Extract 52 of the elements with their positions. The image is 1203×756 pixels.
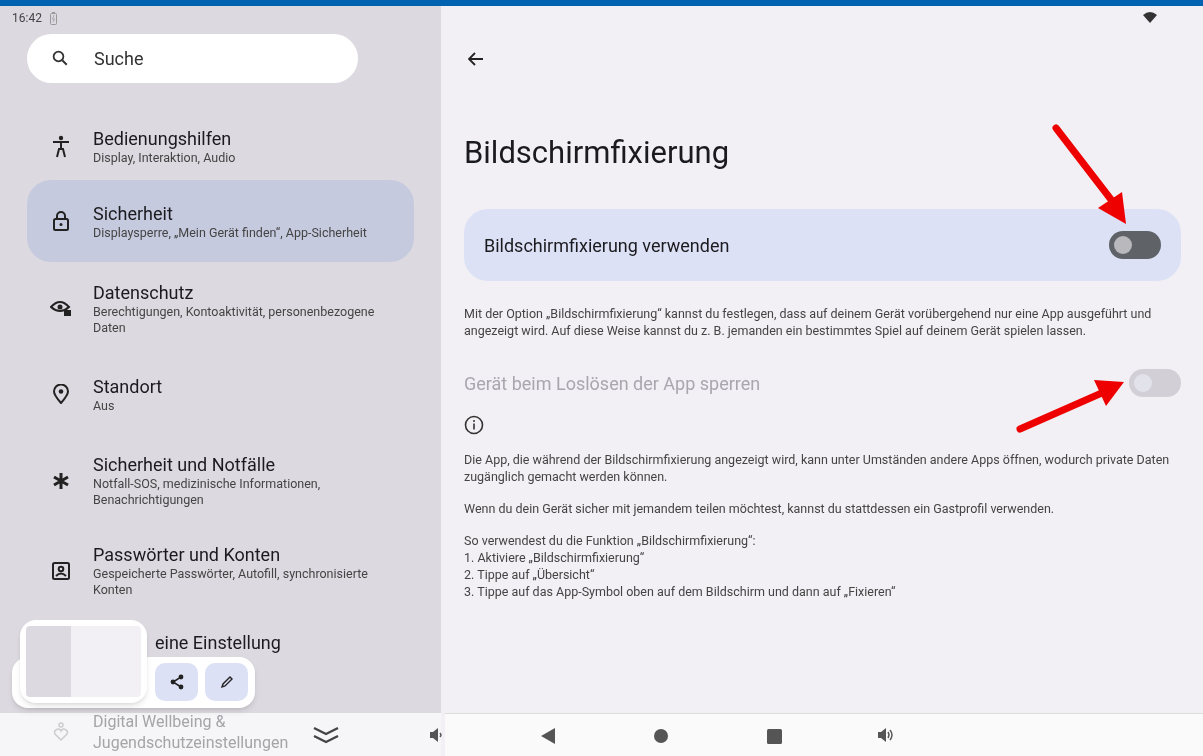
item-subtitle: Gespeicherte Passwörter, Autofill, synchronisierte Konten [93, 566, 369, 598]
volume-up-icon[interactable] [877, 727, 895, 743]
sidebar-item[interactable]: Passwörter und Konten Gespeicherte Passwörter, Autofill, synchronisierte Konten [27, 527, 414, 614]
info-text: So verwendest du die Funktion „Bildschirmfixierung“: 1. Aktiviere „Bildschirmfixierung“ 2. Tippe auf „Übersicht“ 3. Tippe auf das App-Symbol oben auf dem Bildschirm und dann auf „Fixieren“ [464, 532, 897, 600]
heart-icon [53, 722, 69, 742]
item-subtitle: Displaysperre, „Mein Gerät finden“, App-Sicherheit [93, 224, 368, 241]
sidebar-item[interactable]: Standort Aus [27, 354, 414, 434]
id-card-icon [52, 561, 70, 580]
edit-button[interactable] [205, 663, 248, 701]
info-text: Wenn du dein Gerät sicher mit jemandem teilen möchtest, kannst du stattdessen ein Gastprofil verwenden. [464, 500, 1056, 517]
eye-lock-icon [50, 299, 72, 317]
status-time: 16:42 [12, 10, 42, 27]
toggle-label: Bildschirmfixierung verwenden [484, 233, 730, 258]
item-subtitle: Notfall-SOS, medizinische Informationen, Benachrichtigungen [93, 476, 322, 508]
item-title: Standort [93, 374, 164, 398]
item-subtitle: Berechtigungen, Kontoaktivität, personenbezogene Daten [93, 303, 376, 336]
lock-icon [52, 211, 70, 231]
toggle-card[interactable]: Bildschirmfixierung verwenden [464, 209, 1181, 281]
asterisk-icon [52, 471, 70, 490]
search-icon [51, 49, 69, 67]
sidebar-item[interactable]: Sicherheit und Notfälle Notfall-SOS, medizinische Informationen, Benachrichtigungen [27, 434, 414, 527]
item-subtitle: Display, Interaktion, Audio [93, 150, 237, 166]
share-icon [169, 674, 184, 690]
back-arrow-icon [468, 52, 484, 66]
item-title: Sicherheit [93, 201, 174, 225]
person-icon [51, 134, 71, 159]
info-icon [464, 415, 484, 435]
chevron-down-icon[interactable] [312, 725, 340, 745]
item-subtitle: Aus [93, 397, 116, 414]
item-title: Bedienungshilfen [93, 127, 233, 150]
share-button[interactable] [155, 663, 198, 701]
back-icon[interactable] [541, 728, 555, 744]
battery-icon [49, 11, 57, 25]
item-title: Passwörter und Konten [93, 543, 282, 566]
location-pin-icon [53, 384, 69, 404]
volume-down-icon[interactable] [429, 728, 443, 742]
toggle-switch[interactable] [1109, 231, 1161, 259]
info-text: Die App, die während der Bildschirmfixierung angezeigt wird, kann unter Umständen andere Apps öffnen, wodurch private Daten zugänglich gemacht werden können. [464, 451, 1171, 485]
page-title: Bildschirmfixierung [464, 133, 731, 173]
description-text: Mit der Option „Bildschirmfixierung“ kannst du festlegen, dass auf deinem Gerät vorübergehend nur eine App ausgeführt und angezeigt wird. Auf diese Weise kannst du z. B. jemanden ein bestimmtes Spiel auf deinem Gerät spielen lassen. [464, 305, 1153, 339]
home-icon[interactable] [654, 729, 668, 743]
sidebar-item[interactable]: Sicherheit Displaysperre, „Mein Gerät finden“, App-Sicherheit [27, 180, 414, 262]
item-title: Sicherheit und Notfälle [93, 453, 277, 476]
pencil-icon [219, 675, 234, 689]
search-field[interactable]: Suche [27, 34, 358, 83]
sidebar-item[interactable]: Datenschutz Berechtigungen, Kontoaktivität, personenbezogene Daten [27, 262, 414, 354]
item-title: eine Einstellung [155, 630, 281, 654]
item-title: Datenschutz [93, 280, 195, 304]
wifi-icon [1143, 12, 1157, 23]
toggle-label: Gerät beim Loslösen der App sperren [464, 371, 761, 396]
item-title: Digital Wellbeing & Jugendschutzeinstellungen [93, 711, 290, 753]
sidebar-item[interactable]: Bedienungshilfen Display, Interaktion, Audio [27, 113, 414, 180]
